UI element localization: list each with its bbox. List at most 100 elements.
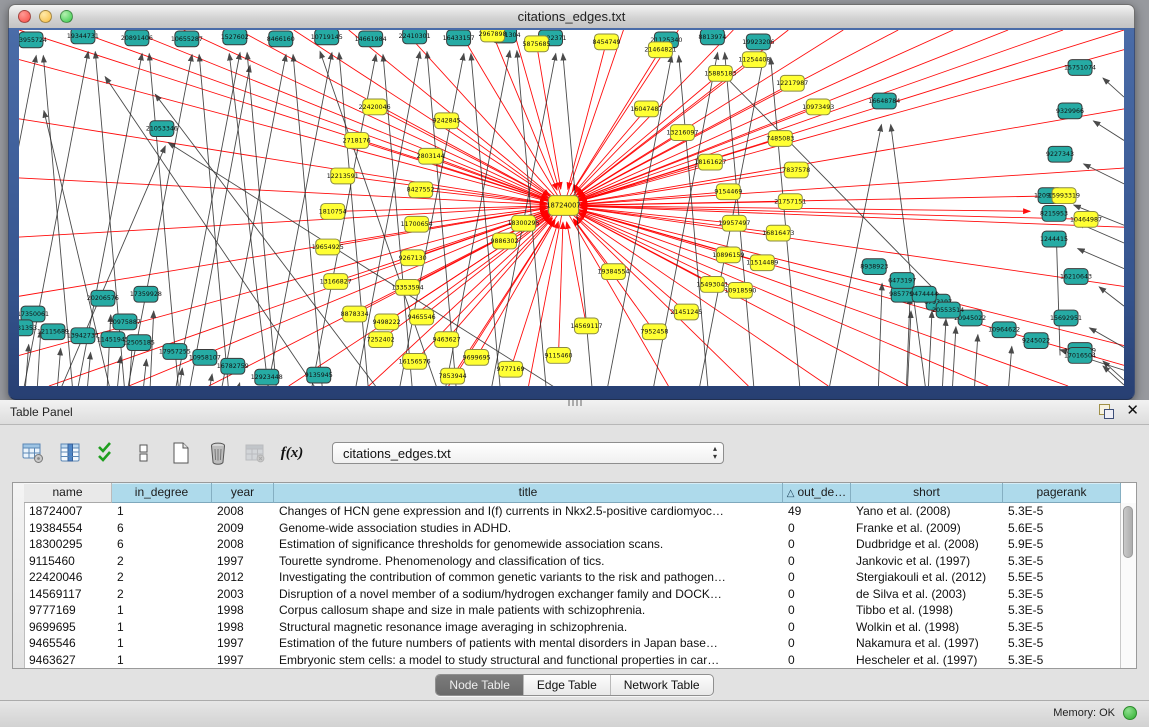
table-row[interactable]: 1456911722003Disruption of a novel membe…	[24, 586, 1121, 603]
network-node[interactable]: 8938923	[860, 259, 888, 275]
column-header-short[interactable]: short	[851, 483, 1003, 503]
table-cell[interactable]: 0	[783, 602, 851, 619]
table-cell[interactable]: 1	[112, 602, 212, 619]
function-builder-icon[interactable]: f(x)	[279, 440, 305, 466]
network-node[interactable]: 16782759	[217, 358, 249, 374]
network-node[interactable]: 18161627	[694, 154, 726, 170]
table-cell[interactable]: Tourette syndrome. Phenomenology and cla…	[274, 553, 783, 570]
table-cell[interactable]: Franke et al. (2009)	[851, 520, 1003, 537]
network-node[interactable]: 14569117	[570, 318, 602, 334]
network-node[interactable]: 16156576	[399, 353, 431, 369]
network-node[interactable]: 9135945	[305, 367, 333, 383]
network-node[interactable]: 15751074	[1064, 60, 1096, 76]
table-cell[interactable]: Nakamura et al. (1997)	[851, 635, 1003, 652]
table-cell[interactable]: 18724007	[24, 503, 112, 520]
table-cell[interactable]: 1998	[212, 619, 274, 636]
network-node[interactable]: 17957255	[159, 344, 191, 360]
table-cell[interactable]: 0	[783, 635, 851, 652]
network-node[interactable]: 18300295	[508, 215, 540, 231]
network-node[interactable]: 9699695	[463, 350, 491, 366]
network-node[interactable]: 10964622	[988, 322, 1020, 338]
network-node[interactable]: 7252402	[367, 332, 395, 348]
network-node[interactable]: 12923448	[251, 369, 283, 385]
table-cell[interactable]: 5.3E-5	[1003, 602, 1121, 619]
tab-node-table[interactable]: Node Table	[436, 675, 523, 695]
network-node[interactable]: 2967898	[479, 30, 507, 42]
network-node[interactable]: 1810754	[319, 204, 347, 220]
create-table-icon[interactable]	[168, 440, 194, 466]
network-node[interactable]: 9465546	[408, 309, 436, 325]
network-node[interactable]: 9115460	[544, 348, 572, 364]
network-node[interactable]: 20553514	[932, 302, 964, 318]
table-cell[interactable]: 0	[783, 536, 851, 553]
network-node[interactable]: 10464987	[1070, 211, 1102, 227]
network-node[interactable]: 1244415	[1040, 231, 1068, 247]
network-node[interactable]: 15993319	[1048, 188, 1080, 204]
table-cell[interactable]: 1	[112, 652, 212, 669]
table-cell[interactable]: 6	[112, 520, 212, 537]
table-mode-icon[interactable]	[20, 440, 46, 466]
table-cell[interactable]: 5.9E-5	[1003, 536, 1121, 553]
table-cell[interactable]: 9777169	[24, 602, 112, 619]
network-node[interactable]: 9498222	[373, 314, 401, 330]
network-node[interactable]: 21053346	[146, 121, 178, 137]
table-cell[interactable]: 9699695	[24, 619, 112, 636]
table-cell[interactable]: 19384554	[24, 520, 112, 537]
network-node[interactable]: 16648784	[868, 93, 900, 109]
show-column-icon[interactable]	[57, 440, 83, 466]
table-cell[interactable]: Yano et al. (2008)	[851, 503, 1003, 520]
table-cell[interactable]: 2008	[212, 503, 274, 520]
network-node[interactable]: 20891406	[121, 30, 153, 46]
table-cell[interactable]: 5.6E-5	[1003, 520, 1121, 537]
network-node[interactable]: 16210643	[1060, 269, 1092, 285]
network-node[interactable]: 19923206	[742, 34, 774, 50]
network-node[interactable]: 17359928	[130, 286, 162, 302]
network-node[interactable]: 9227343	[1046, 146, 1074, 162]
table-cell[interactable]: Estimation of the future numbers of pati…	[274, 635, 783, 652]
table-cell[interactable]: 2	[112, 586, 212, 603]
table-cell[interactable]: 9463627	[24, 652, 112, 669]
tab-edge-table[interactable]: Edge Table	[523, 675, 610, 695]
network-node[interactable]: 10655287	[171, 31, 203, 47]
network-node[interactable]: 22420046	[359, 99, 391, 115]
network-node[interactable]: 9245022	[1022, 333, 1050, 349]
network-node[interactable]: 16816473	[762, 225, 794, 241]
table-cell[interactable]: Hescheler et al. (1997)	[851, 652, 1003, 669]
network-node[interactable]: 8878334	[341, 306, 369, 322]
table-cell[interactable]: 0	[783, 652, 851, 669]
table-cell[interactable]: 2	[112, 553, 212, 570]
network-node[interactable]: 8215953	[1040, 206, 1068, 222]
table-row[interactable]: 1938455462009Genome-wide association stu…	[24, 520, 1121, 537]
network-node[interactable]: 9329966	[1056, 103, 1084, 119]
network-node[interactable]: 10975887	[109, 314, 141, 330]
table-cell[interactable]: 14569117	[24, 586, 112, 603]
table-cell[interactable]: Investigating the contribution of common…	[274, 569, 783, 586]
table-cell[interactable]: 5.3E-5	[1003, 619, 1121, 636]
network-window-titlebar[interactable]: citations_edges.txt	[8, 4, 1135, 30]
table-cell[interactable]: 9115460	[24, 553, 112, 570]
table-cell[interactable]: 0	[783, 553, 851, 570]
network-node[interactable]: 15885183	[704, 66, 736, 82]
network-node[interactable]: 6473197	[888, 273, 916, 289]
table-row[interactable]: 977716911998Corpus callosum shape and si…	[24, 602, 1121, 619]
network-node[interactable]: 19384554	[597, 264, 629, 280]
table-cell[interactable]: 6	[112, 536, 212, 553]
column-header-name[interactable]: name	[24, 483, 112, 503]
network-node[interactable]: 15692951	[1050, 310, 1082, 326]
network-node[interactable]: 20206576	[87, 290, 119, 306]
table-cell[interactable]: Structural magnetic resonance image aver…	[274, 619, 783, 636]
network-canvas[interactable]: 1395572419344731208914061065528715276028…	[19, 30, 1124, 386]
table-cell[interactable]: 0	[783, 619, 851, 636]
table-cell[interactable]: 2	[112, 569, 212, 586]
table-panel-titlebar[interactable]: Table Panel ✕	[0, 400, 1149, 425]
table-cell[interactable]: 0	[783, 569, 851, 586]
network-node[interactable]: 7485083	[766, 131, 794, 147]
table-cell[interactable]: 1997	[212, 635, 274, 652]
table-cell[interactable]: 22420046	[24, 569, 112, 586]
network-node[interactable]: 9474444	[910, 286, 938, 302]
table-row[interactable]: 911546021997Tourette syndrome. Phenomeno…	[24, 553, 1121, 570]
table-cell[interactable]: 0	[783, 520, 851, 537]
close-panel-icon[interactable]: ✕	[1126, 403, 1139, 419]
table-cell[interactable]: 5.5E-5	[1003, 569, 1121, 586]
split-divider-grip-icon[interactable]	[568, 400, 582, 406]
